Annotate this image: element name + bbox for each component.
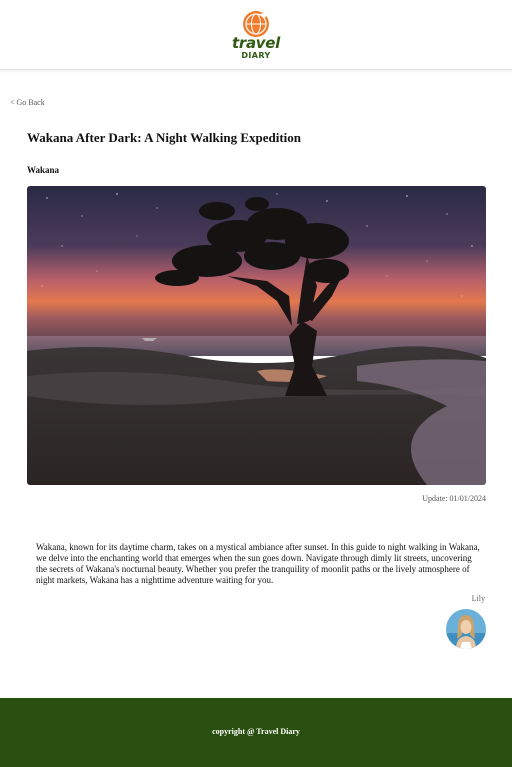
logo-subtitle: DIARY [241,51,271,60]
travel-diary-logo[interactable]: travel DIARY [224,9,288,63]
copyright-text: copyright @ Travel Diary [212,727,300,736]
article-location: Wakana [27,165,60,175]
article-body: Wakana, known for its daytime charm, tak… [36,542,480,585]
hero-image [27,186,486,485]
site-header: travel DIARY [0,0,512,70]
article-title: Wakana After Dark: A Night Walking Exped… [27,130,302,145]
update-date: Update: 01/01/2024 [422,494,486,503]
author-name: Lily [471,594,485,603]
logo-title: travel [232,34,280,52]
author-avatar[interactable] [446,609,486,649]
go-back-link[interactable]: < Go Back [10,98,45,107]
site-footer: copyright @ Travel Diary [0,698,512,767]
